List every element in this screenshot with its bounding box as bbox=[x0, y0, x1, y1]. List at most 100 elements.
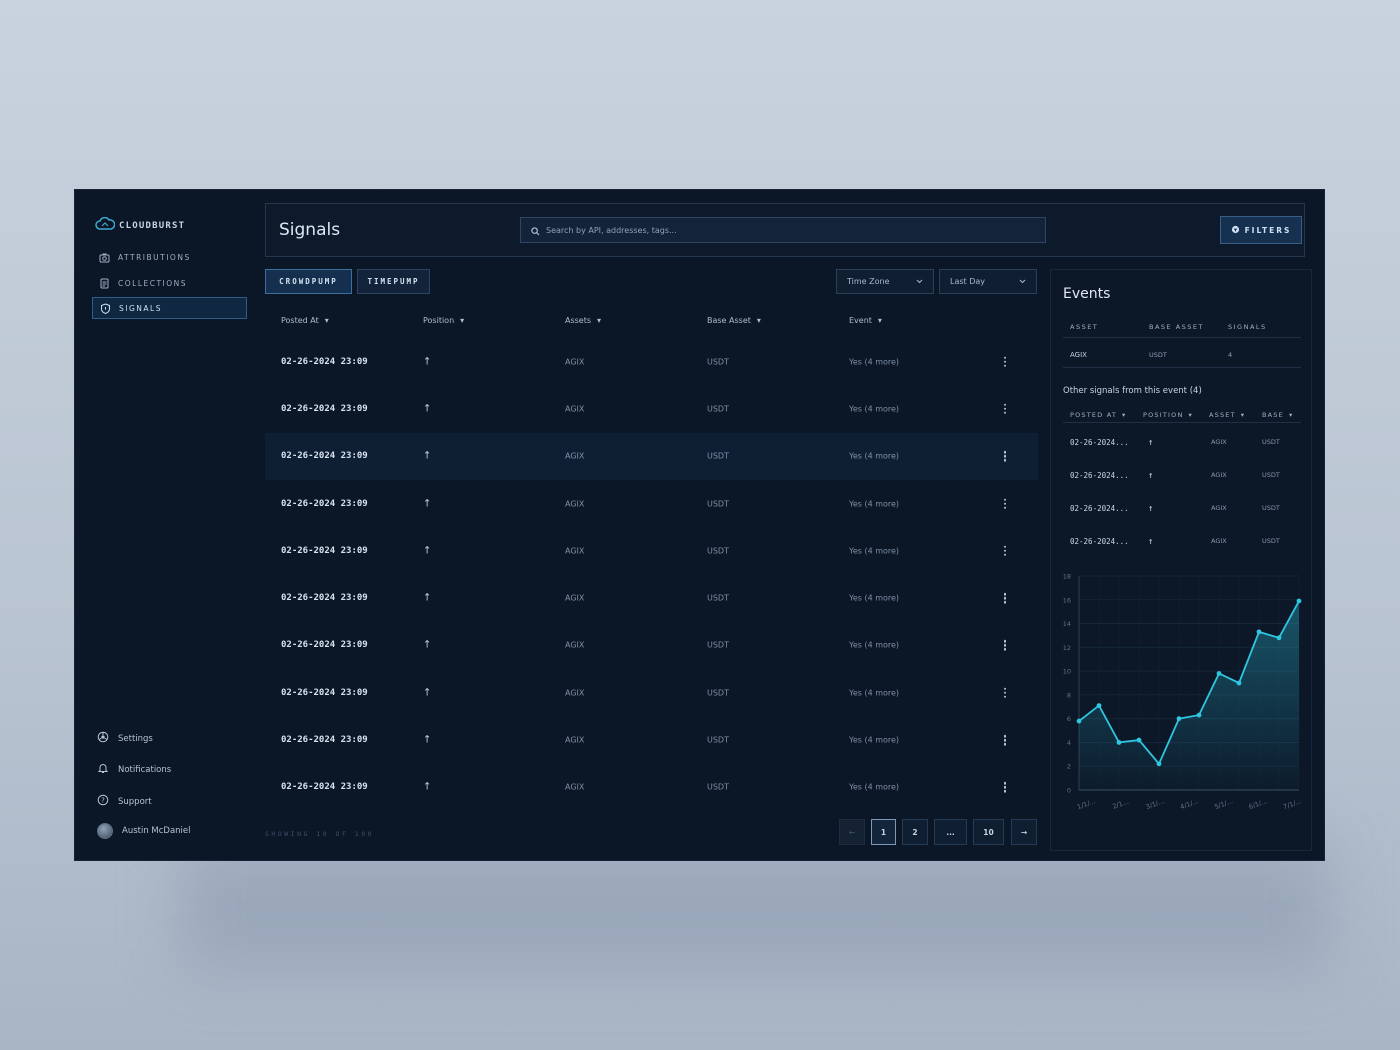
table-body: 02-26-2024 23:09 ↑ AGIX USDT Yes (4 more) 02-… bbox=[265, 338, 1038, 811]
cell-asset: AGIX bbox=[1211, 504, 1227, 512]
other-signal-row[interactable]: 02-26-2024... ↑ AGIX USDT bbox=[1051, 504, 1313, 518]
x-tick-label: 4/1/... bbox=[1179, 797, 1199, 811]
table-row[interactable]: 02-26-2024 23:09 ↑ AGIX USDT Yes (4 more) bbox=[265, 338, 1038, 385]
y-tick-label: 14 bbox=[1063, 620, 1071, 628]
more-options-icon[interactable] bbox=[1001, 403, 1009, 415]
table-row[interactable]: 02-26-2024 23:09 ↑ AGIX USDT Yes (4 more) bbox=[265, 764, 1038, 811]
brand-logo[interactable]: CLOUDBURST bbox=[95, 216, 185, 235]
y-tick-label: 8 bbox=[1067, 691, 1071, 699]
prev-page-button[interactable]: ← bbox=[839, 819, 865, 845]
page-ellipsis[interactable]: ... bbox=[934, 819, 967, 845]
more-options-icon[interactable] bbox=[1001, 498, 1009, 509]
table-row[interactable]: 02-26-2024 23:09 ↑ AGIX USDT Yes (4 more) bbox=[265, 432, 1038, 480]
caret-down-icon: ▾ bbox=[460, 316, 465, 325]
cell-event: Yes (4 more) bbox=[849, 782, 900, 792]
sidebar-item-collections[interactable]: COLLECTIONS bbox=[92, 272, 247, 294]
caret-down-icon: ▾ bbox=[1240, 411, 1246, 419]
more-options-icon[interactable] bbox=[1001, 592, 1009, 604]
cell-event: Yes (4 more) bbox=[849, 593, 900, 603]
other-col-position[interactable]: POSITION ▾ bbox=[1143, 411, 1193, 419]
next-page-button[interactable]: → bbox=[1011, 819, 1037, 845]
cell-asset: AGIX bbox=[565, 688, 585, 698]
table-row[interactable]: 02-26-2024 23:09 ↑ AGIX USDT Yes (4 more) bbox=[265, 669, 1038, 716]
page-button-10[interactable]: 10 bbox=[973, 819, 1004, 845]
cell-position: ↑ bbox=[1148, 504, 1154, 514]
cell-position: ↑ bbox=[423, 545, 432, 557]
cell-base: USDT bbox=[707, 546, 729, 556]
other-col-posted-at[interactable]: POSTED AT ▾ bbox=[1070, 411, 1127, 419]
column-label: Assets bbox=[565, 316, 592, 325]
cell-event: Yes (4 more) bbox=[849, 451, 900, 461]
cell-asset: AGIX bbox=[565, 404, 585, 414]
search-bar[interactable] bbox=[520, 217, 1046, 243]
cell-base: USDT bbox=[707, 593, 729, 603]
filters-button[interactable]: FILTERS bbox=[1220, 216, 1302, 244]
sidebar-item-signals[interactable]: SIGNALS bbox=[92, 297, 247, 319]
cell-position: ↑ bbox=[423, 734, 432, 746]
divider bbox=[1063, 422, 1301, 423]
column-posted-at[interactable]: Posted At ▾ bbox=[281, 316, 329, 325]
cell-position: ↑ bbox=[1148, 471, 1154, 481]
other-col-asset[interactable]: ASSET ▾ bbox=[1209, 411, 1245, 419]
table-row[interactable]: 02-26-2024 23:09 ↑ AGIX USDT Yes (4 more) bbox=[265, 527, 1038, 574]
more-options-icon[interactable] bbox=[1001, 782, 1009, 793]
notifications-label: Notifications bbox=[118, 764, 172, 775]
table-row[interactable]: 02-26-2024 23:09 ↑ AGIX USDT Yes (4 more) bbox=[265, 480, 1038, 527]
events-signals-value: 4 bbox=[1228, 351, 1233, 359]
column-position[interactable]: Position ▾ bbox=[423, 316, 464, 325]
sidebar-item-label: ATTRIBUTIONS bbox=[118, 252, 191, 262]
notifications-link[interactable]: Notifications bbox=[97, 762, 171, 777]
y-tick-label: 4 bbox=[1067, 739, 1071, 747]
page-button-2[interactable]: 2 bbox=[902, 819, 928, 845]
cell-event: Yes (4 more) bbox=[849, 357, 900, 367]
other-col-base[interactable]: BASE ▾ bbox=[1262, 411, 1293, 419]
events-panel: Events ASSET BASE ASSET SIGNALS AGIX USD… bbox=[1050, 269, 1312, 851]
tab-timepump[interactable]: TIMEPUMP bbox=[357, 269, 430, 294]
column-label: Event bbox=[849, 316, 872, 325]
other-signals-title: Other signals from this event (4) bbox=[1063, 386, 1202, 396]
tab-crowdpump[interactable]: CROWDPUMP bbox=[265, 269, 352, 294]
support-label: Support bbox=[118, 796, 152, 807]
range-select[interactable]: Last Day bbox=[939, 269, 1037, 294]
filter-icon bbox=[1231, 225, 1240, 236]
table-row[interactable]: 02-26-2024 23:09 ↑ AGIX USDT Yes (4 more) bbox=[265, 716, 1038, 763]
cell-base: USDT bbox=[707, 782, 729, 792]
table-row[interactable]: 02-26-2024 23:09 ↑ AGIX USDT Yes (4 more) bbox=[265, 574, 1038, 621]
other-signal-row[interactable]: 02-26-2024... ↑ AGIX USDT bbox=[1051, 471, 1313, 485]
other-signal-row[interactable]: 02-26-2024... ↑ AGIX USDT bbox=[1051, 438, 1313, 452]
page-title: Signals bbox=[279, 220, 341, 240]
table-row[interactable]: 02-26-2024 23:09 ↑ AGIX USDT Yes (4 more) bbox=[265, 385, 1038, 432]
series-area bbox=[1079, 600, 1299, 790]
more-options-icon[interactable] bbox=[1001, 450, 1009, 462]
page-button-1[interactable]: 1 bbox=[871, 819, 896, 845]
column-assets[interactable]: Assets ▾ bbox=[565, 316, 601, 325]
more-options-icon[interactable] bbox=[1001, 734, 1009, 746]
column-label: POSITION bbox=[1143, 411, 1184, 419]
user-profile[interactable]: Austin McDaniel bbox=[97, 823, 191, 839]
support-link[interactable]: ? Support bbox=[97, 794, 152, 809]
more-options-icon[interactable] bbox=[1001, 356, 1009, 367]
sidebar-item-label: COLLECTIONS bbox=[118, 278, 188, 288]
x-tick-label: 5/1/... bbox=[1213, 797, 1233, 811]
other-signal-row[interactable]: 02-26-2024... ↑ AGIX USDT bbox=[1051, 537, 1313, 551]
timezone-select[interactable]: Time Zone bbox=[836, 269, 934, 294]
more-options-icon[interactable] bbox=[1001, 687, 1009, 698]
column-event[interactable]: Event ▾ bbox=[849, 316, 882, 325]
settings-link[interactable]: Settings bbox=[97, 731, 153, 746]
cell-posted-at: 02-26-2024... bbox=[1070, 438, 1129, 447]
cell-posted-at: 02-26-2024... bbox=[1070, 471, 1129, 480]
column-base-asset[interactable]: Base Asset ▾ bbox=[707, 316, 761, 325]
sidebar-item-attributions[interactable]: ATTRIBUTIONS bbox=[92, 246, 247, 268]
data-point bbox=[1216, 671, 1222, 676]
more-options-icon[interactable] bbox=[1001, 640, 1009, 651]
table-row[interactable]: 02-26-2024 23:09 ↑ AGIX USDT Yes (4 more) bbox=[265, 622, 1038, 669]
more-options-icon[interactable] bbox=[1001, 545, 1009, 557]
cell-position: ↑ bbox=[423, 356, 432, 368]
data-point bbox=[1276, 635, 1282, 641]
search-input[interactable] bbox=[546, 225, 1026, 235]
cell-position: ↑ bbox=[1148, 438, 1154, 448]
data-point bbox=[1076, 718, 1082, 724]
cell-posted-at: 02-26-2024... bbox=[1070, 537, 1129, 546]
shield-icon bbox=[99, 302, 111, 314]
cell-posted-at: 02-26-2024 23:09 bbox=[281, 687, 368, 698]
